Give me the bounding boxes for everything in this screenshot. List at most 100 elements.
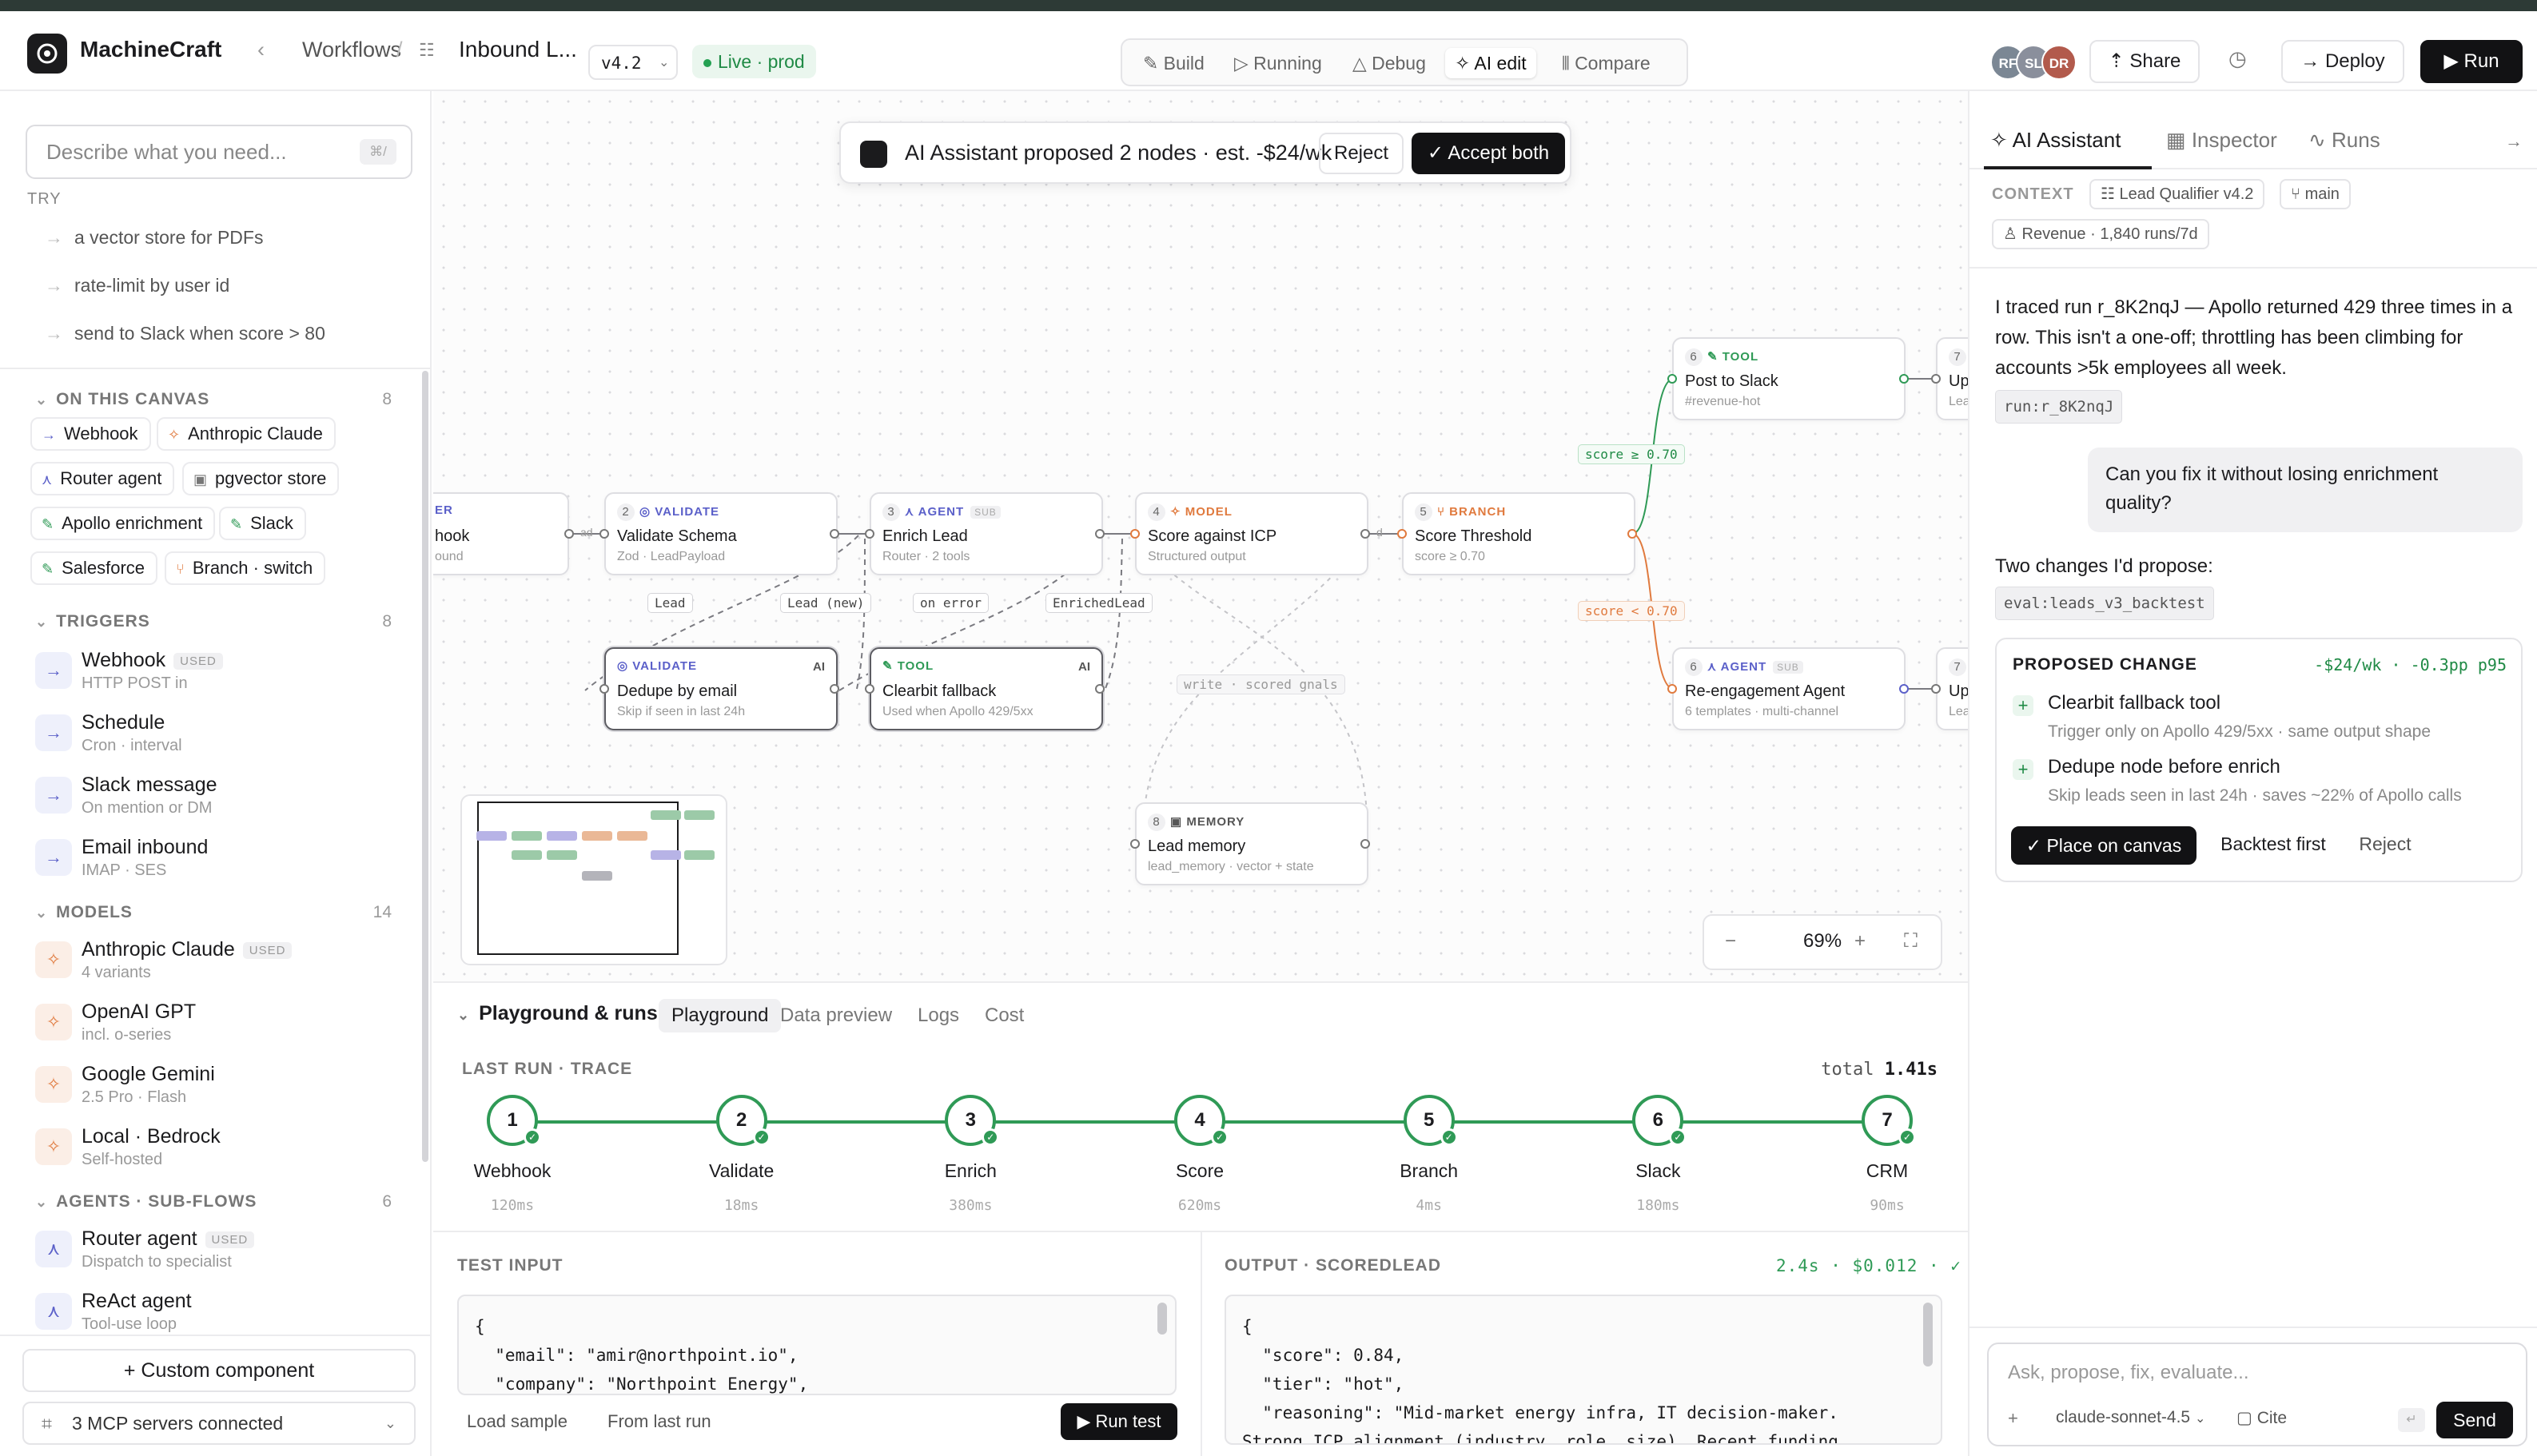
library-item-openai[interactable]: ✧ OpenAI GPT incl. o-series [32,999,400,1055]
mode-debug[interactable]: △ Debug [1343,48,1436,78]
node-port[interactable] [865,529,874,539]
version-select[interactable]: v4.2 ⌄ [588,45,678,80]
workflow-name[interactable]: Inbound L... [459,37,577,62]
test-input-editor[interactable]: { "email": "amir@northpoint.io", "compan… [457,1295,1177,1395]
zoom-in-button[interactable]: + [1854,930,1866,953]
history-icon[interactable]: ◷ [2228,46,2247,71]
context-tag-team[interactable]: ♙ Revenue · 1,840 runs/7d [1992,219,2209,249]
canvas-item-slack[interactable]: ✎ Slack [219,507,306,540]
canvas-item-salesforce[interactable]: ✎ Salesforce [30,551,158,585]
trace-step[interactable]: 3 ✓ Enrich 380ms [910,1095,1030,1239]
node-port[interactable] [1931,374,1941,384]
node-port[interactable] [1130,529,1140,539]
back-chevron-icon[interactable]: ‹ [257,38,265,62]
context-tag-branch[interactable]: ⑂ main [2280,179,2351,209]
node-upsert-crm-2[interactable]: 7 Up Lea [1936,647,1968,730]
node-validate[interactable]: 2 ◎ VALIDATE Validate Schema Zod · LeadPa… [604,492,838,575]
canvas-minimap[interactable] [460,794,727,965]
canvas-item-claude[interactable]: ✧ Anthropic Claude [157,417,336,451]
canvas-item-webhook[interactable]: → Webhook [30,417,151,451]
sidebar-scrollbar[interactable] [422,371,428,1162]
trace-step[interactable]: 1 ✓ Webhook 120ms [452,1095,572,1239]
share-button[interactable]: ⇡ Share [2089,40,2200,83]
eval-reference-chip[interactable]: eval:leads_v3_backtest [1995,587,2214,620]
node-port[interactable] [564,529,574,539]
canvas-item-pgvector[interactable]: ▣ pgvector store [182,462,340,495]
canvas-item-branch[interactable]: ⑂ Branch · switch [165,551,326,585]
suggestion-item[interactable]: → rate-limit by user id [45,275,229,296]
tab-inspector[interactable]: ▦ Inspector [2166,128,2277,153]
accept-both-button[interactable]: ✓ Accept both [1412,133,1565,174]
model-selector[interactable]: claude-sonnet-4.5 ⌄ [2056,1408,2205,1427]
library-item-schedule[interactable]: → Schedule Cron · interval [32,710,400,766]
node-dedupe-proposed[interactable]: ◎ VALIDATE AI Dedupe by email Skip if se… [604,647,838,730]
trace-step[interactable]: 4 ✓ Score 620ms [1140,1095,1260,1239]
chat-input[interactable]: Ask, propose, fix, evaluate... [2008,1362,2249,1384]
context-tag-workflow[interactable]: ☷ Lead Qualifier v4.2 [2089,179,2265,209]
trace-step[interactable]: 2 ✓ Validate 18ms [682,1095,802,1239]
tab-playground[interactable]: Playground [659,999,782,1032]
node-port[interactable] [830,529,839,539]
trace-step[interactable]: 6 ✓ Slack 180ms [1598,1095,1718,1239]
node-port[interactable] [1627,529,1637,539]
fullscreen-icon[interactable]: ⛶ [1904,930,1918,953]
node-port[interactable] [1360,839,1370,849]
output-viewer[interactable]: { "score": 0.84, "tier": "hot", "reasoni… [1225,1295,1942,1445]
node-slack[interactable]: 6 ✎ TOOL Post to Slack #revenue-hot [1672,337,1906,420]
attach-icon[interactable]: + [2008,1408,2018,1429]
library-item-router-agent[interactable]: ⋏ Router agent USED Dispatch to specialist [32,1226,400,1282]
node-port[interactable] [865,684,874,694]
from-last-run-button[interactable]: From last run [607,1411,711,1432]
library-item-webhook[interactable]: → Webhook USED HTTP POST in [32,647,400,703]
node-clearbit-proposed[interactable]: ✎ TOOL AI Clearbit fallback Used when Ap… [870,647,1103,730]
tab-logs[interactable]: Logs [905,999,972,1032]
load-sample-button[interactable]: Load sample [467,1411,568,1432]
section-agents[interactable]: ⌄ AGENTS · SUB-FLOWS [35,1192,257,1211]
cite-button[interactable]: ▢ Cite [2236,1408,2287,1428]
tab-ai-assistant[interactable]: ✧ AI Assistant [1990,128,2121,153]
workflow-canvas[interactable]: AI Assistant proposed 2 nodes · est. -$2… [433,91,1968,981]
node-reengagement[interactable]: 6 ⋏ AGENT SUB Re-engagement Agent 6 templa… [1672,647,1906,730]
custom-component-button[interactable]: + Custom component [22,1349,416,1392]
run-test-button[interactable]: ▶ Run test [1061,1403,1177,1440]
section-on-canvas[interactable]: ⌄ ON THIS CANVAS [35,390,209,409]
backtest-first-button[interactable]: Backtest first [2206,826,2340,865]
node-port[interactable] [1360,529,1370,539]
node-branch[interactable]: 5 ⑂ BRANCH Score Threshold score ≥ 0.70 [1402,492,1635,575]
canvas-item-router[interactable]: ⋏ Router agent [30,462,175,495]
node-port[interactable] [1667,684,1677,694]
tab-cost[interactable]: Cost [972,999,1037,1032]
reject-proposal-button[interactable]: Reject [2345,826,2425,865]
mcp-servers-selector[interactable]: ⌗ 3 MCP servers connected ⌄ [22,1402,416,1445]
scrollbar[interactable] [1157,1303,1167,1335]
node-port[interactable] [1130,839,1140,849]
suggestion-item[interactable]: → a vector store for PDFs [45,227,263,249]
zoom-out-button[interactable]: − [1725,930,1736,953]
library-item-slack-message[interactable]: → Slack message On mention or DM [32,772,400,828]
node-port[interactable] [1931,684,1941,694]
canvas-item-apollo[interactable]: ✎ Apollo enrichment [30,507,216,540]
avatar[interactable]: DR [2041,45,2077,80]
deploy-button[interactable]: → Deploy [2281,40,2404,83]
tab-runs[interactable]: ∿ Runs [2308,128,2380,153]
node-port[interactable] [1667,374,1677,384]
send-button[interactable]: Send [2436,1402,2513,1438]
scrollbar[interactable] [1923,1303,1933,1366]
library-item-claude[interactable]: ✧ Anthropic Claude USED 4 variants [32,937,400,993]
node-enrich[interactable]: 3 ⋏ AGENT SUB Enrich Lead Router · 2 tools [870,492,1103,575]
collapse-panel-icon[interactable]: → [2505,131,2523,152]
mode-ai-edit[interactable]: ✧ AI edit [1445,48,1536,78]
trace-step[interactable]: 5 ✓ Branch 4ms [1369,1095,1489,1239]
node-port[interactable] [1095,684,1105,694]
playground-toggle[interactable]: ⌄ Playground & runs [457,1002,658,1025]
mode-build[interactable]: ✎ Build [1133,48,1214,78]
node-port[interactable] [599,529,609,539]
reject-button[interactable]: Reject [1319,133,1404,174]
node-port[interactable] [830,684,839,694]
run-button[interactable]: ▶ Run [2420,40,2523,83]
node-webhook[interactable]: ER hook ound [433,492,569,575]
mode-compare[interactable]: ⫴ Compare [1552,48,1660,78]
node-port[interactable] [1899,684,1909,694]
library-item-email-inbound[interactable]: → Email inbound IMAP · SES [32,834,400,890]
breadcrumb-workflows[interactable]: Workflows [302,38,401,62]
